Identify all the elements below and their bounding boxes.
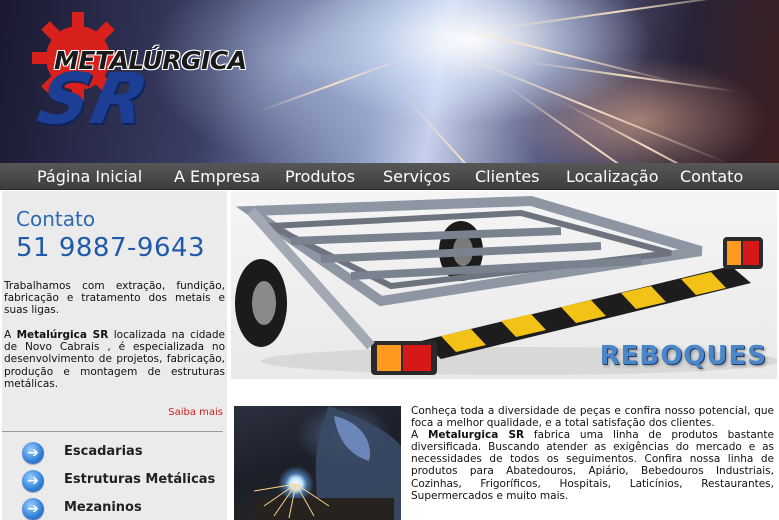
company-logo[interactable]: METALÚRGICA SR bbox=[28, 8, 247, 140]
main-paragraph-2: A Metalurgica SR fabrica uma linha de pr… bbox=[411, 429, 774, 502]
saiba-mais-link[interactable]: Saiba mais bbox=[168, 407, 223, 418]
reboques-banner[interactable]: REBOQUES bbox=[231, 191, 777, 379]
sidebar-link-mezaninos[interactable]: ➔ Mezaninos bbox=[22, 498, 222, 520]
sidebar-divider bbox=[2, 431, 223, 432]
sidebar: Contato 51 9887-9643 Trabalhamos com ext… bbox=[2, 191, 227, 520]
paragraph2-brand: Metalurgica SR bbox=[427, 429, 525, 442]
contact-phone[interactable]: 51 9887-9643 bbox=[16, 233, 205, 263]
main-paragraph-1: Conheça toda a diversidade de peças e co… bbox=[411, 405, 774, 430]
nav-item-servicos[interactable]: Serviços bbox=[383, 166, 450, 188]
about-brand: Metalúrgica SR bbox=[16, 329, 109, 341]
main-content: Conheça toda a diversidade de peças e co… bbox=[411, 405, 774, 502]
nav-item-contato[interactable]: Contato bbox=[680, 166, 743, 188]
nav-item-pagina-inicial[interactable]: Página Inicial bbox=[37, 166, 142, 188]
nav-item-produtos[interactable]: Produtos bbox=[285, 166, 355, 188]
welder-photo bbox=[234, 406, 401, 520]
sidebar-about: A Metalúrgica SR localizada na cidade de… bbox=[4, 329, 225, 390]
contato-heading: Contato bbox=[16, 207, 96, 231]
logo-sr: SR bbox=[31, 58, 158, 140]
arrow-right-circle-icon: ➔ bbox=[22, 498, 44, 520]
arrow-right-circle-icon: ➔ bbox=[22, 470, 44, 492]
arrow-right-circle-icon: ➔ bbox=[22, 442, 44, 464]
sidebar-link-label: Estruturas Metálicas bbox=[64, 472, 216, 487]
nav-item-clientes[interactable]: Clientes bbox=[475, 166, 540, 188]
sidebar-intro: Trabalhamos com extração, fundição, fabr… bbox=[4, 280, 225, 317]
about-prefix: A bbox=[4, 329, 17, 341]
sidebar-link-estruturas-metalicas[interactable]: ➔ Estruturas Metálicas bbox=[22, 470, 222, 492]
reboques-caption: REBOQUES bbox=[599, 341, 767, 371]
paragraph2-prefix: A bbox=[411, 429, 428, 442]
nav-item-localizacao[interactable]: Localização bbox=[566, 166, 659, 188]
main-nav: Página Inicial A Empresa Produtos Serviç… bbox=[0, 163, 779, 190]
sidebar-link-label: Mezaninos bbox=[64, 500, 142, 515]
welder-image bbox=[253, 406, 401, 520]
nav-item-a-empresa[interactable]: A Empresa bbox=[174, 166, 260, 188]
sidebar-link-escadarias[interactable]: ➔ Escadarias bbox=[22, 442, 222, 464]
header-banner: METALÚRGICA SR bbox=[0, 0, 779, 163]
sidebar-link-label: Escadarias bbox=[64, 444, 143, 459]
